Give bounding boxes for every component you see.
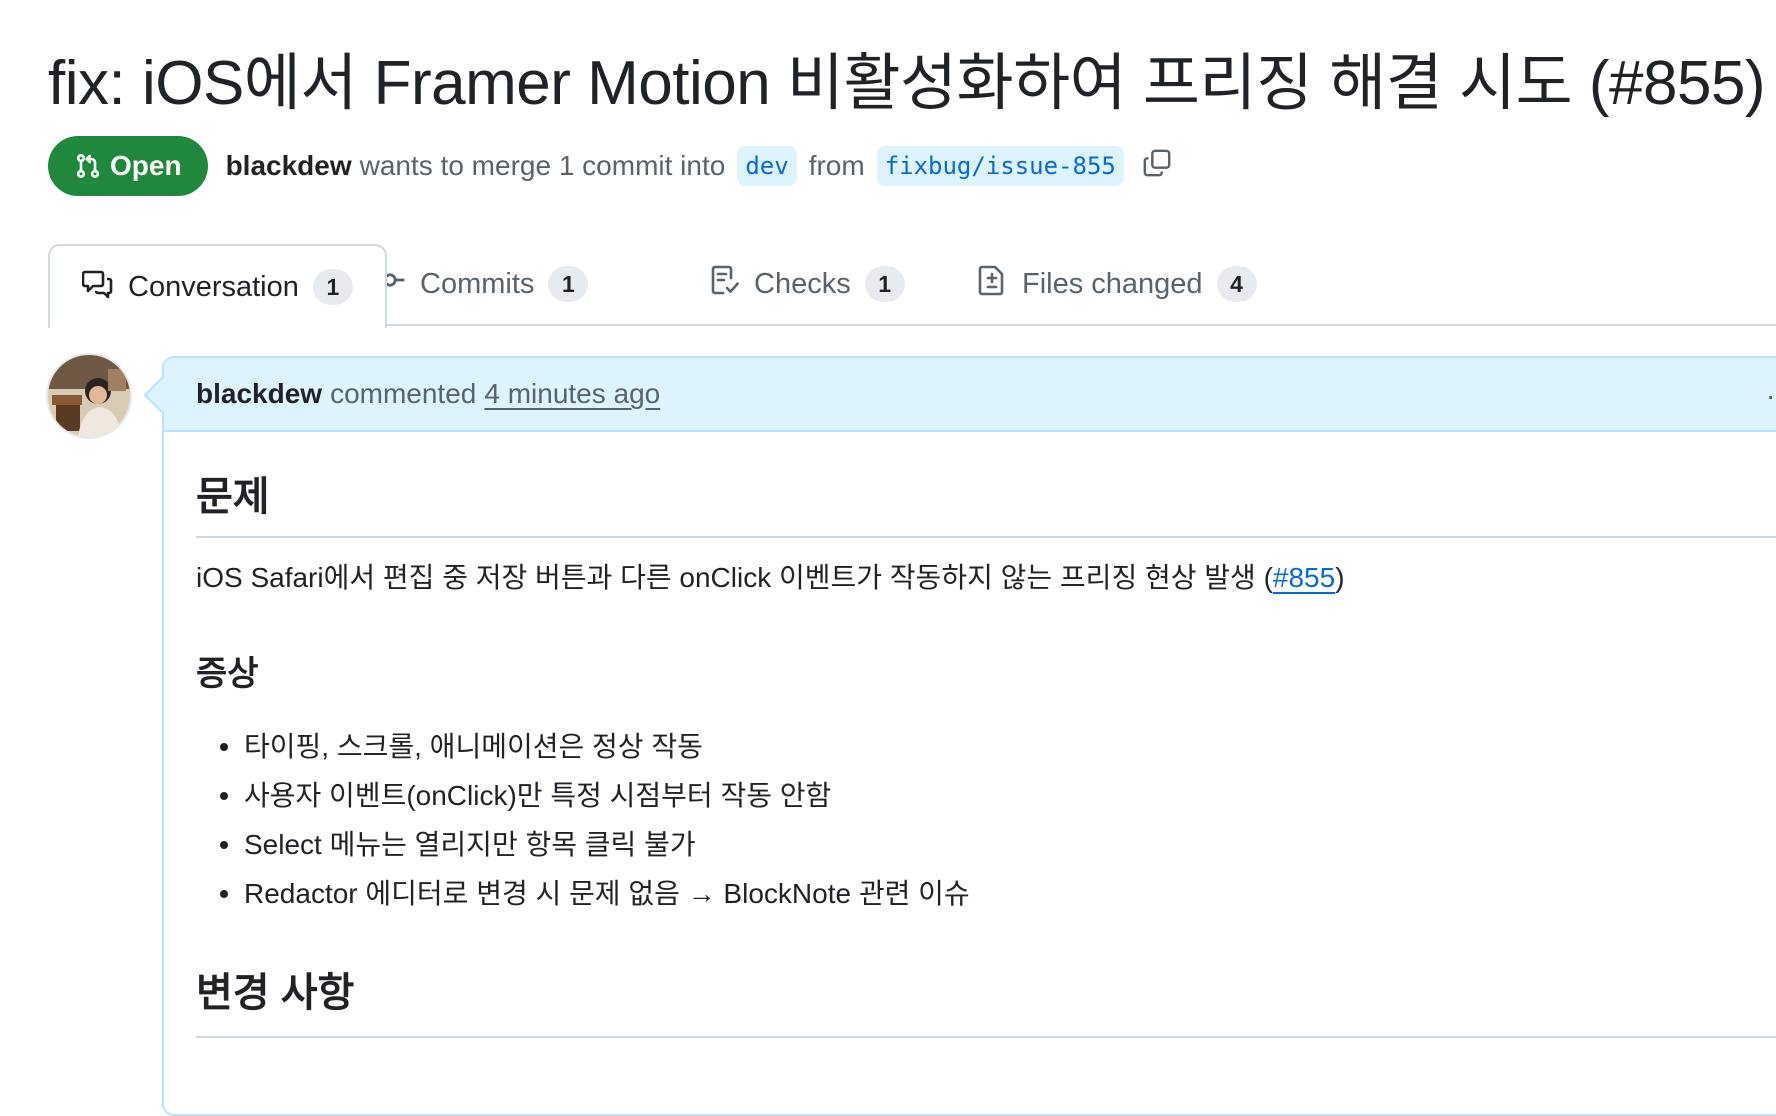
state-label: Open — [110, 150, 182, 181]
file-diff-icon — [976, 264, 1008, 304]
git-pull-request-icon — [74, 152, 102, 180]
checklist-icon — [708, 264, 740, 304]
bullet — [220, 890, 228, 898]
bullet — [220, 743, 228, 751]
list-item: 타이핑, 스크롤, 애니메이션은 정상 작동 — [196, 722, 970, 771]
intro-paragraph: iOS Safari에서 편집 중 저장 버튼과 다른 onClick 이벤트가… — [196, 556, 1345, 596]
state-badge-open: Open — [48, 136, 208, 196]
heading-problem: 문제 — [196, 475, 270, 519]
tab-checks[interactable]: Checks 1 — [708, 244, 905, 324]
from-text: from — [808, 150, 865, 181]
intro-text: iOS Safari에서 편집 중 저장 버튼과 다른 onClick 이벤트가… — [196, 562, 1273, 593]
pr-tabs: Conversation 1 Commits 1 Checks 1 Files … — [48, 244, 1776, 328]
comment-discussion-icon — [81, 267, 114, 307]
list-item-text: Redactor 에디터로 변경 시 문제 없음 → BlockNote 관련 … — [244, 878, 970, 909]
avatar[interactable] — [48, 355, 130, 437]
tab-label: Files changed — [1022, 267, 1203, 300]
pr-title-text: fix: iOS에서 Framer Motion 비활성화하여 프리징 해결 시… — [48, 49, 1766, 118]
heading-symptoms: 증상 — [196, 655, 259, 693]
more-options-icon[interactable]: ··· — [1766, 380, 1776, 412]
tab-counter: 1 — [548, 266, 589, 302]
heading-divider — [196, 1036, 1776, 1038]
comment-box: blackdew commented 4 minutes ago ··· 문제 … — [162, 356, 1776, 1116]
pr-author-link[interactable]: blackdew — [226, 150, 352, 182]
tab-counter: 1 — [864, 266, 905, 302]
tab-conversation[interactable]: Conversation 1 — [48, 244, 387, 328]
list-item-text: 사용자 이벤트(onClick)만 특정 시점부터 작동 안함 — [244, 780, 832, 811]
heading-divider — [196, 536, 1776, 538]
symptoms-list: 타이핑, 스크롤, 애니메이션은 정상 작동 사용자 이벤트(onClick)만… — [196, 722, 970, 918]
tab-counter: 4 — [1216, 266, 1257, 302]
list-item-text: Select 메뉴는 열리지만 항목 클릭 불가 — [244, 829, 696, 860]
pr-meta: Open blackdew wants to merge 1 commit in… — [48, 136, 1172, 196]
list-item: Select 메뉴는 열리지만 항목 클릭 불가 — [196, 820, 970, 869]
merge-text: wants to merge 1 commit into — [359, 150, 726, 181]
bullet — [220, 841, 228, 849]
pr-title: fix: iOS에서 Framer Motion 비활성화하여 프리징 해결 시… — [48, 40, 1776, 128]
tab-label: Commits — [420, 267, 535, 300]
list-item-text: 타이핑, 스크롤, 애니메이션은 정상 작동 — [244, 731, 703, 762]
tab-label: Conversation — [128, 270, 299, 303]
comment-header: blackdew commented 4 minutes ago ··· — [164, 358, 1776, 432]
tab-counter: 1 — [312, 269, 353, 305]
tab-label: Checks — [754, 267, 851, 300]
comment-author-link[interactable]: blackdew — [196, 378, 322, 410]
base-branch[interactable]: dev — [737, 146, 797, 186]
issue-link[interactable]: #855 — [1273, 562, 1335, 593]
heading-changes: 변경 사항 — [196, 971, 355, 1015]
tab-files-changed[interactable]: Files changed 4 — [976, 244, 1257, 324]
bullet — [220, 792, 228, 800]
list-item: 사용자 이벤트(onClick)만 특정 시점부터 작동 안함 — [196, 771, 970, 820]
head-branch[interactable]: fixbug/issue-855 — [876, 146, 1124, 186]
comment-timestamp-link[interactable]: 4 minutes ago — [484, 378, 660, 410]
copy-icon — [1142, 148, 1172, 185]
list-item: Redactor 에디터로 변경 시 문제 없음 → BlockNote 관련 … — [196, 869, 970, 918]
comment-action: commented — [330, 378, 477, 409]
intro-text-end: ) — [1335, 562, 1345, 593]
tab-commits[interactable]: Commits 1 — [374, 244, 589, 324]
copy-branch-button[interactable] — [1142, 148, 1172, 185]
